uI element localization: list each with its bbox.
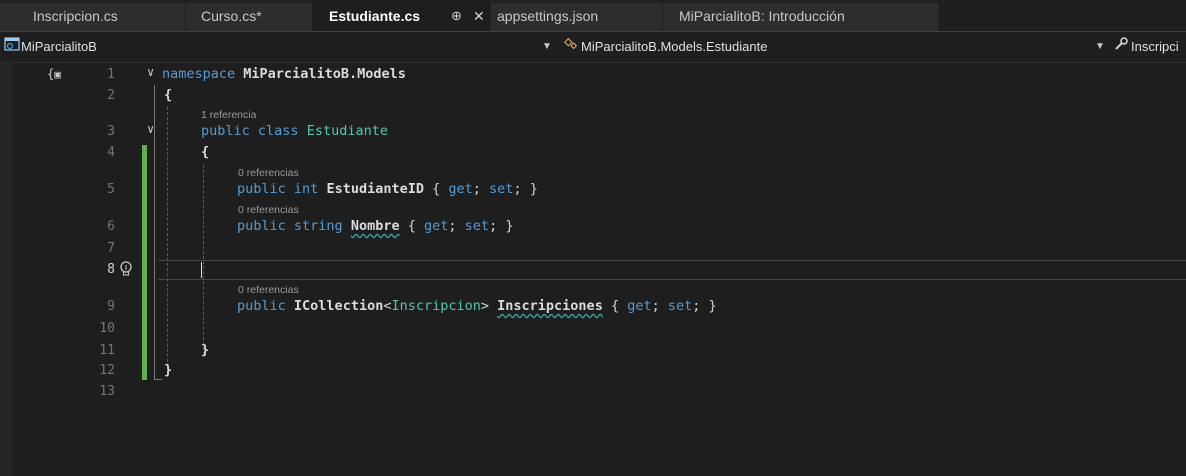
tab-label: Estudiante.cs — [329, 8, 421, 24]
punctuation: { — [424, 181, 449, 197]
tab-appsettings-json[interactable]: appsettings.json — [491, 3, 662, 31]
class-icon — [563, 37, 578, 50]
code-line-12: } — [164, 362, 172, 378]
line-number: 11 — [99, 343, 115, 358]
chevron-down-icon[interactable]: ▼ — [1095, 36, 1105, 58]
property-name: Nombre — [350, 218, 400, 234]
tab-label: Curso.cs* — [201, 8, 262, 24]
keyword: set — [464, 218, 490, 234]
pin-icon[interactable]: ⊕ — [451, 3, 462, 29]
code-line-1: namespace MiParcialitoB.Models — [162, 66, 406, 82]
lightbulb-icon[interactable] — [119, 260, 133, 278]
namespace-icon: {▣ — [47, 67, 61, 81]
codelens-references[interactable]: 1 referencia — [201, 109, 256, 121]
class-dropdown[interactable]: MiParcialitoB.Models.Estudiante ▼ — [581, 36, 1111, 58]
keyword: class — [257, 123, 299, 139]
line-number: 12 — [99, 363, 115, 378]
type-name: ICollection — [293, 298, 384, 314]
keyword: public — [237, 181, 286, 197]
line-number: 3 — [107, 124, 115, 139]
project-label: MiParcialitoB — [21, 39, 97, 54]
wrench-icon — [1115, 37, 1128, 50]
member-label: Inscripci — [1131, 39, 1179, 54]
keyword: namespace — [162, 66, 236, 82]
brace: } — [164, 362, 173, 378]
codelens-references[interactable]: 0 referencias — [238, 284, 299, 296]
tab-inscripcion-cs[interactable]: Inscripcion.cs — [0, 3, 185, 31]
keyword: string — [293, 218, 343, 234]
code-editor[interactable]: {▣ 1 2 3 4 5 6 7 8 9 10 11 12 13 ∨ ∨ nam… — [0, 63, 1186, 476]
line-number: 13 — [99, 384, 115, 399]
punctuation: ; } — [489, 218, 514, 234]
fold-guide — [154, 85, 155, 380]
punctuation: { — [602, 298, 628, 314]
fold-chevron-icon[interactable]: ∨ — [147, 65, 154, 79]
code-line-2: { — [164, 87, 172, 103]
codelens-references[interactable]: 0 referencias — [238, 167, 299, 179]
line-number: 2 — [107, 88, 115, 103]
punctuation: ; — [448, 218, 465, 234]
keyword: public — [201, 123, 250, 139]
line-number: 6 — [107, 219, 115, 234]
keyword: set — [667, 298, 693, 314]
keyword: public — [237, 218, 286, 234]
keyword: set — [489, 181, 514, 197]
property-name: Inscripciones — [497, 298, 603, 314]
tab-label: Inscripcion.cs — [33, 8, 118, 24]
namespace-name: MiParcialitoB.Models — [243, 66, 406, 82]
keyword: get — [424, 218, 449, 234]
brace: } — [201, 342, 210, 358]
codelens-references[interactable]: 0 referencias — [238, 204, 299, 216]
navigation-bar: MiParcialitoB ▼ MiParcialitoB.Models.Est… — [0, 32, 1186, 63]
change-indicator — [142, 145, 147, 380]
class-label: MiParcialitoB.Models.Estudiante — [581, 39, 768, 54]
punctuation: ; — [472, 181, 490, 197]
punctuation: ; — [651, 298, 668, 314]
punctuation: > — [480, 298, 490, 314]
keyword: int — [293, 181, 319, 197]
code-line-3: public class Estudiante — [201, 123, 388, 139]
tab-label: MiParcialitoB: Introducción — [679, 8, 845, 24]
editor-left-margin — [0, 63, 12, 476]
class-name: Estudiante — [306, 123, 388, 139]
keyword: public — [237, 298, 286, 314]
tab-miparcialitob-introduccion[interactable]: MiParcialitoB: Introducción — [663, 3, 938, 31]
code-line-6: public string Nombre { get; set; } — [237, 218, 513, 234]
line-number: 5 — [107, 182, 115, 197]
close-icon[interactable]: ✕ — [473, 3, 485, 29]
property-name: EstudianteID — [326, 181, 424, 197]
chevron-down-icon[interactable]: ▼ — [542, 36, 552, 58]
member-dropdown[interactable]: Inscripci — [1131, 36, 1186, 58]
code-line-9: public ICollection<Inscripcion> Inscripc… — [237, 298, 717, 314]
line-number: 1 — [107, 67, 115, 82]
line-number: 7 — [107, 241, 115, 256]
code-line-4: { — [201, 144, 209, 160]
line-number: 10 — [99, 321, 115, 336]
current-line-highlight — [158, 260, 1186, 280]
generic-type-name: Inscripcion — [391, 298, 481, 314]
punctuation: ; } — [513, 181, 538, 197]
line-number: 4 — [107, 145, 115, 160]
brace: { — [201, 144, 210, 160]
line-number-current: 8 — [107, 262, 115, 277]
tab-label: appsettings.json — [497, 8, 599, 24]
line-number: 9 — [107, 299, 115, 314]
punctuation: ; } — [692, 298, 717, 314]
fold-guide — [154, 379, 162, 380]
project-icon — [4, 37, 20, 51]
punctuation: { — [399, 218, 425, 234]
brace: { — [164, 87, 173, 103]
keyword: get — [627, 298, 652, 314]
indent-guide — [167, 107, 168, 377]
document-tab-strip: Inscripcion.cs Curso.cs* Estudiante.cs ⊕… — [0, 0, 1186, 32]
project-dropdown[interactable]: MiParcialitoB ▼ — [21, 36, 581, 58]
code-line-5: public int EstudianteID { get; set; } — [237, 181, 538, 197]
tab-curso-cs[interactable]: Curso.cs* — [186, 3, 312, 31]
text-caret — [201, 262, 202, 278]
tab-estudiante-cs[interactable]: Estudiante.cs ⊕ ✕ — [313, 3, 490, 31]
keyword: get — [448, 181, 473, 197]
code-line-11: } — [201, 342, 209, 358]
